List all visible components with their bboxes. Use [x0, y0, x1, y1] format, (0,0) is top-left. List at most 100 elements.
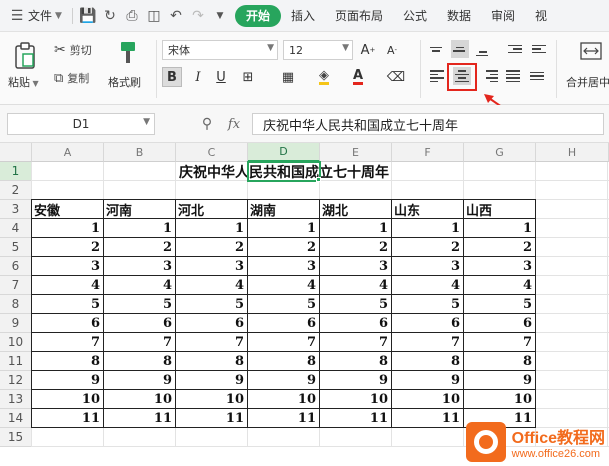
data-cell[interactable]: 7 [176, 333, 248, 352]
header-cell[interactable]: 河北 [176, 200, 248, 219]
data-cell[interactable]: 4 [320, 276, 392, 295]
row-header[interactable]: 1 [0, 162, 32, 181]
file-menu[interactable]: ☰ 文件 ▼ [0, 5, 68, 27]
data-cell[interactable]: 4 [32, 276, 104, 295]
data-cell[interactable]: 11 [176, 409, 248, 428]
tab-insert[interactable]: 插入 [281, 5, 325, 27]
fill-handle[interactable] [316, 177, 321, 182]
spreadsheet-grid[interactable]: A B C D E F G H 1 2 3 4 5 6 7 8 9 10 11 12 13 14 15 庆祝… [0, 143, 609, 466]
copy-button[interactable]: ⧉ 复制 [54, 68, 89, 88]
data-cell[interactable]: 9 [464, 371, 536, 390]
data-cell[interactable]: 1 [320, 219, 392, 238]
row-header[interactable]: 10 [0, 333, 32, 352]
data-cell[interactable]: 11 [32, 409, 104, 428]
row-header[interactable]: 7 [0, 276, 32, 295]
data-cell[interactable]: 10 [320, 390, 392, 409]
redo-icon[interactable]: ↷ [190, 8, 206, 24]
zoom-search-icon[interactable]: ⚲ [198, 115, 216, 133]
data-cell[interactable]: 9 [104, 371, 176, 390]
fx-button[interactable]: fx [224, 115, 244, 133]
data-cell[interactable]: 2 [320, 238, 392, 257]
data-cell[interactable]: 4 [392, 276, 464, 295]
row-header[interactable]: 6 [0, 257, 32, 276]
row-header[interactable]: 4 [0, 219, 32, 238]
data-cell[interactable]: 6 [464, 314, 536, 333]
export-icon[interactable]: ↻ [102, 8, 118, 24]
increase-indent-icon[interactable] [530, 40, 548, 58]
header-cell[interactable]: 湖南 [248, 200, 320, 219]
data-cell[interactable]: 5 [104, 295, 176, 314]
select-all-corner[interactable] [0, 143, 32, 162]
data-cell[interactable]: 2 [104, 238, 176, 257]
increase-font-icon[interactable]: A + [358, 40, 378, 60]
header-cell[interactable]: 山东 [392, 200, 464, 219]
save-icon[interactable]: 💾 [79, 8, 96, 24]
data-cell[interactable]: 6 [176, 314, 248, 333]
row-header[interactable]: 3 [0, 200, 32, 219]
data-cell[interactable]: 3 [176, 257, 248, 276]
data-cell[interactable]: 7 [464, 333, 536, 352]
data-cell[interactable]: 5 [464, 295, 536, 314]
header-cell[interactable]: 河南 [104, 200, 176, 219]
row-header[interactable]: 11 [0, 352, 32, 371]
format-painter-label[interactable]: 格式刷 [108, 74, 141, 90]
row-header[interactable]: 2 [0, 181, 32, 200]
column-header-c[interactable]: C [176, 143, 248, 162]
row-header[interactable]: 13 [0, 390, 32, 409]
data-cell[interactable]: 3 [32, 257, 104, 276]
column-header-d[interactable]: D [248, 143, 320, 162]
data-cell[interactable]: 7 [32, 333, 104, 352]
paste-label[interactable]: 粘贴 ▼ [8, 74, 39, 90]
data-cell[interactable]: 3 [104, 257, 176, 276]
cut-button[interactable]: ✂ 剪切 [54, 40, 92, 60]
tab-review[interactable]: 审阅 [481, 5, 525, 27]
data-cell[interactable]: 7 [104, 333, 176, 352]
align-right-icon[interactable] [482, 67, 500, 85]
align-top-icon[interactable] [428, 40, 446, 58]
row-header[interactable]: 14 [0, 409, 32, 428]
data-cell[interactable]: 4 [104, 276, 176, 295]
print-icon[interactable]: ⎙ [124, 8, 140, 24]
align-middle-icon[interactable] [451, 40, 469, 58]
data-cell[interactable]: 8 [464, 352, 536, 371]
data-cell[interactable]: 9 [176, 371, 248, 390]
data-cell[interactable]: 6 [104, 314, 176, 333]
font-color-icon[interactable]: A [348, 67, 368, 87]
merge-center-icon[interactable] [578, 40, 604, 62]
data-cell[interactable]: 8 [248, 352, 320, 371]
eraser-icon[interactable]: ⌫ [386, 67, 406, 87]
data-cell[interactable]: 11 [392, 409, 464, 428]
fill-color-icon[interactable]: ◈ [314, 67, 334, 87]
data-cell[interactable]: 3 [248, 257, 320, 276]
data-cell[interactable]: 11 [320, 409, 392, 428]
data-cell[interactable]: 9 [248, 371, 320, 390]
data-cell[interactable]: 9 [320, 371, 392, 390]
tab-formulas[interactable]: 公式 [393, 5, 437, 27]
data-cell[interactable]: 10 [464, 390, 536, 409]
data-cell[interactable]: 5 [248, 295, 320, 314]
data-cell[interactable]: 5 [32, 295, 104, 314]
format-painter-button[interactable] [114, 38, 142, 68]
data-cell[interactable]: 8 [320, 352, 392, 371]
tab-data[interactable]: 数据 [437, 5, 481, 27]
font-name-select[interactable]: 宋体 ▼ [162, 40, 278, 60]
header-cell[interactable]: 安徽 [32, 200, 104, 219]
data-cell[interactable]: 1 [104, 219, 176, 238]
row-header[interactable]: 5 [0, 238, 32, 257]
data-cell[interactable]: 10 [176, 390, 248, 409]
data-cell[interactable]: 7 [392, 333, 464, 352]
justify-icon[interactable] [504, 67, 522, 85]
data-cell[interactable]: 9 [392, 371, 464, 390]
column-header-b[interactable]: B [104, 143, 176, 162]
data-cell[interactable]: 6 [392, 314, 464, 333]
column-header-e[interactable]: E [320, 143, 392, 162]
data-cell[interactable]: 10 [248, 390, 320, 409]
distributed-align-icon[interactable] [528, 67, 546, 85]
header-cell[interactable]: 湖北 [320, 200, 392, 219]
header-cell[interactable]: 山西 [464, 200, 536, 219]
data-cell[interactable]: 6 [32, 314, 104, 333]
data-cell[interactable]: 10 [32, 390, 104, 409]
decrease-font-icon[interactable]: A- [382, 40, 402, 60]
row-header[interactable]: 8 [0, 295, 32, 314]
data-cell[interactable]: 7 [320, 333, 392, 352]
